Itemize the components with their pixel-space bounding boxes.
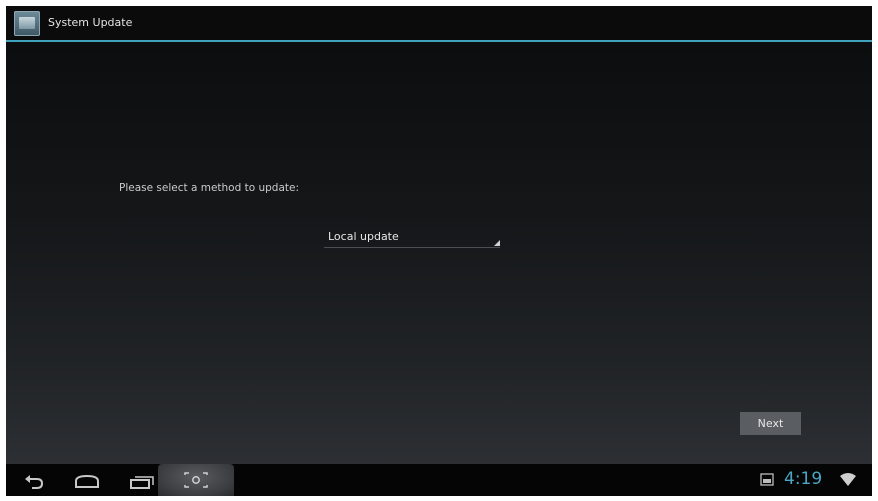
next-button[interactable]: Next	[740, 412, 801, 435]
home-icon	[75, 474, 99, 488]
status-area[interactable]: 4:19	[754, 464, 864, 496]
gallery-notification-icon	[760, 473, 774, 486]
action-bar: System Update	[6, 6, 872, 42]
app-icon-screen	[19, 17, 35, 29]
back-icon	[25, 475, 44, 489]
update-method-spinner[interactable]: Local update	[324, 226, 500, 248]
back-button[interactable]	[10, 464, 60, 496]
home-button[interactable]	[62, 464, 112, 496]
screenshot-button[interactable]	[158, 464, 234, 496]
update-method-prompt: Please select a method to update:	[119, 182, 300, 194]
system-nav-bar: 4:19	[6, 464, 872, 496]
update-method-selected: Local update	[328, 230, 399, 243]
clock: 4:19	[784, 469, 823, 489]
app-title: System Update	[48, 16, 133, 29]
device-screen: System Update Please select a method to …	[6, 6, 872, 496]
spinner-arrow-icon	[494, 240, 500, 246]
wifi-icon	[840, 473, 856, 486]
system-update-app-icon[interactable]	[14, 11, 40, 36]
main-content: Please select a method to update: Local …	[6, 42, 872, 464]
screenshot-icon	[184, 472, 208, 488]
